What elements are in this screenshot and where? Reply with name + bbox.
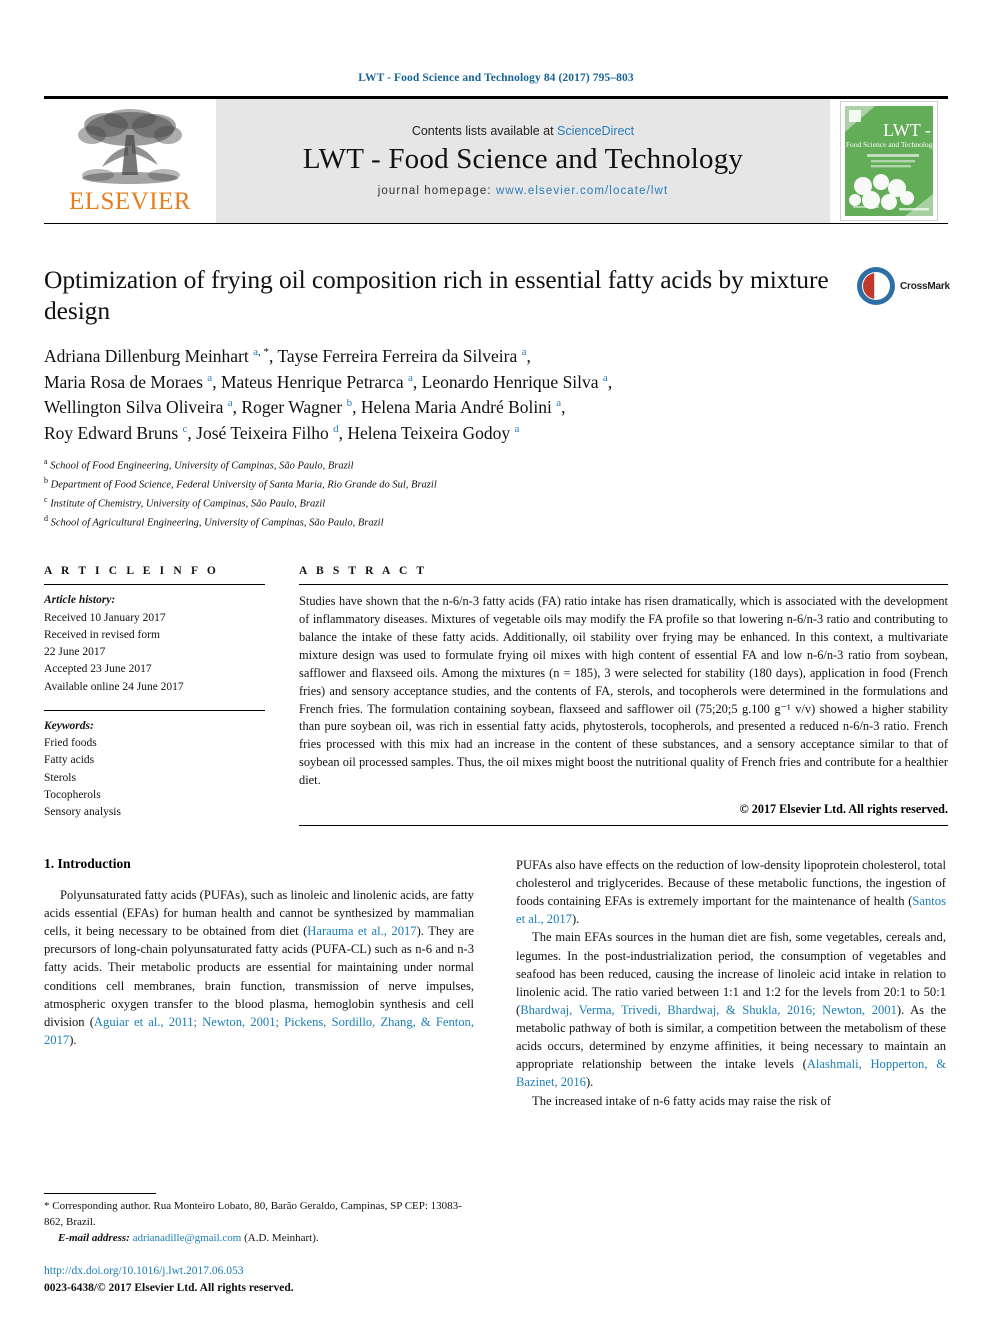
article-history-label: Article history: — [44, 594, 116, 607]
svg-text:Food Science and Technology: Food Science and Technology — [846, 140, 937, 149]
history-item: Available online 24 June 2017 — [44, 680, 184, 693]
affiliation-text: School of Agricultural Engineering, Univ… — [50, 517, 384, 529]
email-suffix: (A.D. Meinhart). — [241, 1231, 319, 1244]
author-list: Adriana Dillenburg Meinhart a, *, Tayse … — [44, 346, 613, 443]
footnote-area: * Corresponding author. Rua Monteiro Lob… — [44, 1192, 474, 1298]
doi-block: http://dx.doi.org/10.1016/j.lwt.2017.06.… — [44, 1263, 474, 1298]
affiliation-list: a School of Food Engineering, University… — [44, 456, 948, 531]
footnote-rule — [44, 1192, 156, 1194]
affiliation-mark: a — [44, 457, 48, 467]
email-label: E-mail address: — [58, 1231, 133, 1244]
affiliation-item: a School of Food Engineering, University… — [44, 456, 948, 475]
journal-cover-container: LWT - Food Science and Technology — [830, 99, 948, 223]
journal-masthead: ELSEVIER Contents lists available at Sci… — [44, 96, 948, 224]
abstract-text: Studies have shown that the n-6/n-3 fatt… — [299, 594, 948, 788]
keywords-label: Keywords: — [44, 719, 94, 732]
svg-text:LWT -: LWT - — [883, 120, 931, 140]
elsevier-logo: ELSEVIER — [44, 99, 216, 223]
masthead-center: Contents lists available at ScienceDirec… — [216, 99, 830, 223]
abstract-heading: A B S T R A C T — [299, 565, 428, 578]
contents-available-line: Contents lists available at ScienceDirec… — [412, 124, 634, 138]
elsevier-wordmark: ELSEVIER — [68, 188, 192, 215]
abstract-column: A B S T R A C T Studies have shown that … — [299, 565, 948, 826]
journal-cover-thumbnail: LWT - Food Science and Technology — [840, 101, 938, 221]
affiliation-text: Institute of Chemistry, University of Ca… — [50, 498, 326, 510]
email-link[interactable]: adrianadille@gmail.com — [133, 1232, 242, 1244]
journal-title: LWT - Food Science and Technology — [302, 142, 744, 175]
keyword-item: Sterols — [44, 771, 76, 784]
affiliation-item: c Institute of Chemistry, University of … — [44, 494, 948, 513]
crossmark-icon — [857, 267, 895, 305]
affiliation-mark: d — [44, 513, 48, 523]
affiliation-item: d School of Agricultural Engineering, Un… — [44, 513, 948, 532]
affiliation-mark: b — [44, 476, 48, 486]
doi-link[interactable]: http://dx.doi.org/10.1016/j.lwt.2017.06.… — [44, 1263, 474, 1280]
crossmark-badge[interactable]: CrossMark — [856, 264, 950, 308]
intro-paragraph: Polyunsaturated fatty acids (PUFAs), suc… — [44, 887, 474, 1047]
history-item: Received 10 January 2017 — [44, 611, 166, 624]
article-history-block: Article history: Received 10 January 201… — [44, 585, 265, 696]
corresponding-author-note: * Corresponding author. Rua Monteiro Lob… — [44, 1199, 462, 1228]
keyword-item: Fried foods — [44, 737, 97, 750]
keyword-item: Fatty acids — [44, 754, 95, 767]
history-item: Accepted 23 June 2017 — [44, 663, 152, 676]
issn-copyright-line: 0023-6438/© 2017 Elsevier Ltd. All right… — [44, 1281, 294, 1294]
abstract-bottom-rule — [299, 824, 948, 826]
article-info-heading: A R T I C L E I N F O — [44, 565, 219, 578]
keyword-item: Sensory analysis — [44, 806, 121, 819]
intro-paragraph: The increased intake of n-6 fatty acids … — [532, 1093, 831, 1108]
intro-paragraph: The main EFAs sources in the human diet … — [516, 930, 946, 1090]
homepage-label: journal homepage: — [377, 184, 497, 197]
page-title: Optimization of frying oil composition r… — [44, 265, 829, 326]
article-page: LWT - Food Science and Technology 84 (20… — [0, 0, 992, 1323]
title-block: Optimization of frying oil composition r… — [44, 264, 950, 326]
homepage-url-link[interactable]: www.elsevier.com/locate/lwt — [496, 185, 668, 197]
contents-prefix: Contents lists available at — [411, 123, 558, 138]
body-column-left: 1. Introduction Polyunsaturated fatty ac… — [44, 856, 474, 1110]
affiliation-text: School of Food Engineering, University o… — [50, 460, 354, 472]
article-info-column: A R T I C L E I N F O Article history: R… — [44, 565, 299, 825]
keyword-item: Tocopherols — [44, 788, 101, 801]
affiliation-text: Department of Food Science, Federal Univ… — [50, 479, 437, 491]
journal-homepage-line: journal homepage: www.elsevier.com/locat… — [378, 185, 669, 197]
body-columns: 1. Introduction Polyunsaturated fatty ac… — [44, 856, 948, 1110]
history-item: Received in revised form — [44, 628, 160, 641]
info-abstract-section: A R T I C L E I N F O Article history: R… — [44, 565, 948, 826]
history-item: 22 June 2017 — [44, 646, 106, 659]
cover-art-icon: LWT - Food Science and Technology — [841, 102, 937, 220]
abstract-copyright: © 2017 Elsevier Ltd. All rights reserved… — [739, 801, 948, 816]
email-note: E-mail address: adrianadille@gmail.com (… — [44, 1231, 474, 1247]
keywords-block: Keywords: Fried foods Fatty acids Sterol… — [44, 711, 265, 822]
body-column-right: PUFAs also have effects on the reduction… — [516, 856, 946, 1110]
introduction-heading: 1. Introduction — [44, 855, 131, 871]
intro-paragraph: PUFAs also have effects on the reduction… — [516, 857, 946, 927]
affiliation-item: b Department of Food Science, Federal Un… — [44, 475, 948, 494]
sciencedirect-link[interactable]: ScienceDirect — [557, 124, 634, 138]
running-head: LWT - Food Science and Technology 84 (20… — [358, 72, 634, 84]
affiliation-mark: c — [44, 494, 48, 504]
elsevier-tree-icon — [78, 109, 182, 184]
crossmark-label: CrossMark — [900, 280, 950, 292]
